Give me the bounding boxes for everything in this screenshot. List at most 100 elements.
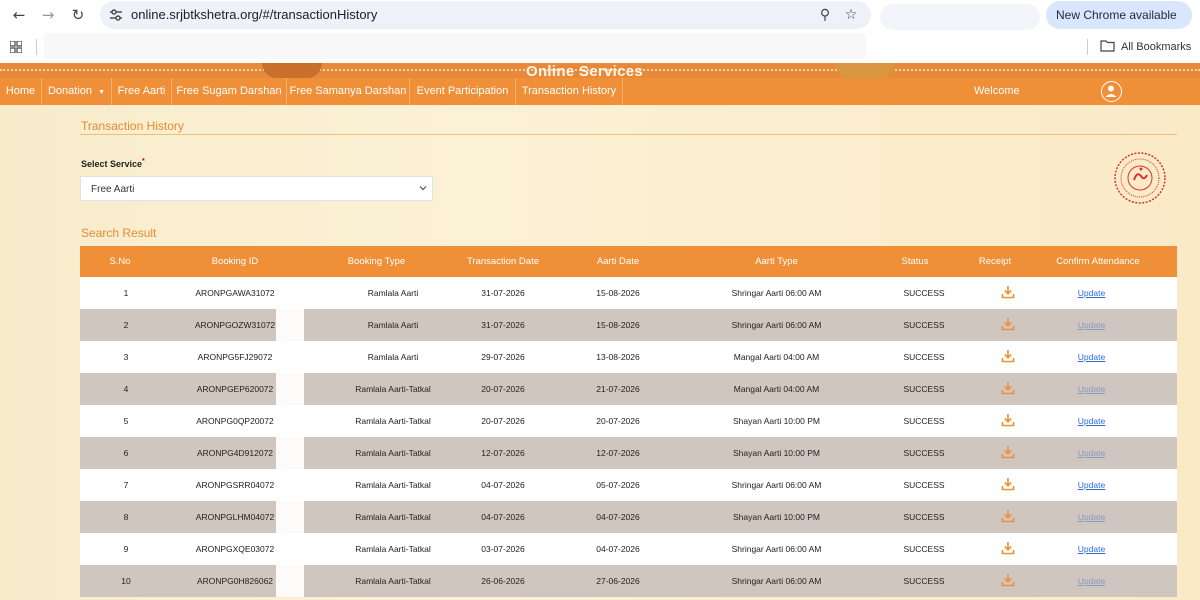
- site-settings-icon[interactable]: [108, 7, 124, 23]
- cell-status: SUCCESS: [903, 320, 945, 330]
- bookmarks-items: [44, 33, 866, 59]
- download-receipt-icon[interactable]: [1001, 509, 1015, 523]
- banner-emblem: [262, 63, 322, 78]
- service-select[interactable]: Free Aarti: [80, 176, 433, 201]
- download-receipt-icon[interactable]: [1001, 349, 1015, 363]
- browser-toolbar: ← → ↻ online.srjbtkshetra.org/#/transact…: [0, 0, 1200, 30]
- cell-sno: 7: [123, 480, 129, 490]
- update-link[interactable]: Update: [1040, 437, 1143, 469]
- update-link[interactable]: Update: [1040, 533, 1143, 565]
- cell-aarti-date: 04-07-2026: [596, 512, 640, 522]
- header-receipt: Receipt: [978, 256, 1012, 267]
- redaction-mask: [276, 309, 304, 341]
- nav-free-sugam-darshan[interactable]: Free Sugam Darshan: [172, 78, 287, 105]
- cell-status: SUCCESS: [903, 480, 945, 490]
- zoom-icon[interactable]: ⚲: [816, 6, 834, 24]
- download-receipt-icon[interactable]: [1001, 445, 1015, 459]
- cell-aarti-type: Shringar Aarti 06:00 AM: [731, 288, 822, 298]
- cell-sno: 2: [123, 320, 129, 330]
- update-link[interactable]: Update: [1040, 277, 1143, 309]
- bookmark-star-icon[interactable]: ☆: [842, 6, 860, 24]
- cell-transaction-date: 31-07-2026: [481, 288, 525, 298]
- chrome-update-button[interactable]: New Chrome available: [1046, 1, 1192, 29]
- reload-icon[interactable]: ↻: [68, 5, 88, 25]
- nav-free-samanya-darshan[interactable]: Free Samanya Darshan: [287, 78, 410, 105]
- url-text[interactable]: online.srjbtkshetra.org/#/transactionHis…: [131, 7, 377, 22]
- table-row: 6 ARONPG4D912072 Ramlala Aarti-Tatkal 12-07…: [80, 437, 1177, 469]
- cell-aarti-date: 21-07-2026: [596, 384, 640, 394]
- cell-sno: 6: [123, 448, 129, 458]
- redaction-mask: [276, 469, 304, 501]
- nav-event-participation[interactable]: Event Participation: [410, 78, 516, 105]
- cell-aarti-type: Shayan Aarti 10:00 PM: [733, 512, 820, 522]
- download-receipt-icon[interactable]: [1001, 381, 1015, 395]
- banner-title: Online Services: [526, 63, 644, 78]
- chevron-down-icon: [419, 186, 427, 191]
- cell-aarti-type: Shayan Aarti 10:00 PM: [733, 448, 820, 458]
- cell-aarti-type: Shringar Aarti 06:00 AM: [731, 320, 822, 330]
- table-row: 9 ARONPGXQE03072 Ramlala Aarti-Tatkal 03-07…: [80, 533, 1177, 565]
- update-link[interactable]: Update: [1040, 341, 1143, 373]
- nav-transaction-history[interactable]: Transaction History: [516, 78, 623, 105]
- table-row: 5 ARONPG0QP20072 Ramlala Aarti-Tatkal 20-07…: [80, 405, 1177, 437]
- update-link[interactable]: Update: [1040, 469, 1143, 501]
- table-row: 7 ARONPGSRR04072 Ramlala Aarti-Tatkal 04-07…: [80, 469, 1177, 501]
- download-receipt-icon[interactable]: [1001, 541, 1015, 555]
- cell-sno: 9: [123, 544, 129, 554]
- download-receipt-icon[interactable]: [1001, 477, 1015, 491]
- apps-grid-icon[interactable]: [10, 41, 22, 53]
- header-status: Status: [901, 256, 929, 267]
- table-row: 8 ARONPGLHM04072 Ramlala Aarti-Tatkal 04-07…: [80, 501, 1177, 533]
- forward-arrow-icon[interactable]: →: [38, 5, 58, 25]
- table-row: 3 ARONPG5FJ29072 Ramlala Aarti 29-07-2026 13…: [80, 341, 1177, 373]
- main-content: Transaction History Select Service* Free…: [0, 105, 1200, 600]
- cell-transaction-date: 20-07-2026: [481, 384, 525, 394]
- address-bar[interactable]: online.srjbtkshetra.org/#/transactionHis…: [100, 1, 871, 29]
- cell-status: SUCCESS: [903, 448, 945, 458]
- cell-sno: 8: [123, 512, 129, 522]
- cell-transaction-date: 03-07-2026: [481, 544, 525, 554]
- cell-status: SUCCESS: [903, 352, 945, 362]
- service-select-value: Free Aarti: [91, 184, 135, 195]
- table-row: 10 ARONPG0H826062 Ramlala Aarti-Tatkal 26-0…: [80, 565, 1177, 597]
- cell-aarti-type: Shringar Aarti 06:00 AM: [731, 480, 822, 490]
- update-link[interactable]: Update: [1040, 565, 1143, 597]
- cell-aarti-type: Shayan Aarti 10:00 PM: [733, 416, 820, 426]
- download-receipt-icon[interactable]: [1001, 285, 1015, 299]
- cell-transaction-date: 04-07-2026: [481, 512, 525, 522]
- cell-aarti-date: 12-07-2026: [596, 448, 640, 458]
- nav-free-aarti[interactable]: Free Aarti: [112, 78, 172, 105]
- header-booking-type: Booking Type: [347, 256, 406, 267]
- redaction-mask: [276, 405, 304, 437]
- user-avatar-icon[interactable]: [1101, 81, 1122, 102]
- cell-aarti-type: Mangal Aarti 04:00 AM: [733, 352, 820, 362]
- download-receipt-icon[interactable]: [1001, 413, 1015, 427]
- update-link[interactable]: Update: [1040, 405, 1143, 437]
- nav-donation[interactable]: Donation ▼: [42, 78, 112, 105]
- cell-aarti-date: 27-06-2026: [596, 576, 640, 586]
- search-result-title: Search Result: [81, 226, 157, 240]
- update-link[interactable]: Update: [1040, 309, 1143, 341]
- update-link[interactable]: Update: [1040, 501, 1143, 533]
- temple-logo: [1114, 152, 1166, 204]
- download-receipt-icon[interactable]: [1001, 573, 1015, 587]
- cell-status: SUCCESS: [903, 384, 945, 394]
- redaction-mask: [276, 533, 304, 565]
- chrome-update-label: New Chrome available: [1056, 8, 1177, 22]
- bookmarks-divider: [36, 39, 37, 55]
- cell-aarti-date: 04-07-2026: [596, 544, 640, 554]
- update-link[interactable]: Update: [1040, 373, 1143, 405]
- all-bookmarks-link[interactable]: All Bookmarks: [1121, 41, 1191, 53]
- transactions-table: S.No Booking ID Booking Type Transaction…: [80, 246, 1177, 597]
- cell-status: SUCCESS: [903, 288, 945, 298]
- nav-home[interactable]: Home: [0, 78, 42, 105]
- cell-status: SUCCESS: [903, 576, 945, 586]
- folder-icon[interactable]: [1100, 40, 1115, 52]
- cell-status: SUCCESS: [903, 544, 945, 554]
- redaction-mask: [276, 565, 304, 597]
- cell-sno: 3: [123, 352, 129, 362]
- bookmarks-bar: All Bookmarks: [0, 30, 1200, 63]
- download-receipt-icon[interactable]: [1001, 317, 1015, 331]
- nav-donation-label: Donation: [47, 85, 93, 97]
- back-arrow-icon[interactable]: ←: [9, 5, 29, 25]
